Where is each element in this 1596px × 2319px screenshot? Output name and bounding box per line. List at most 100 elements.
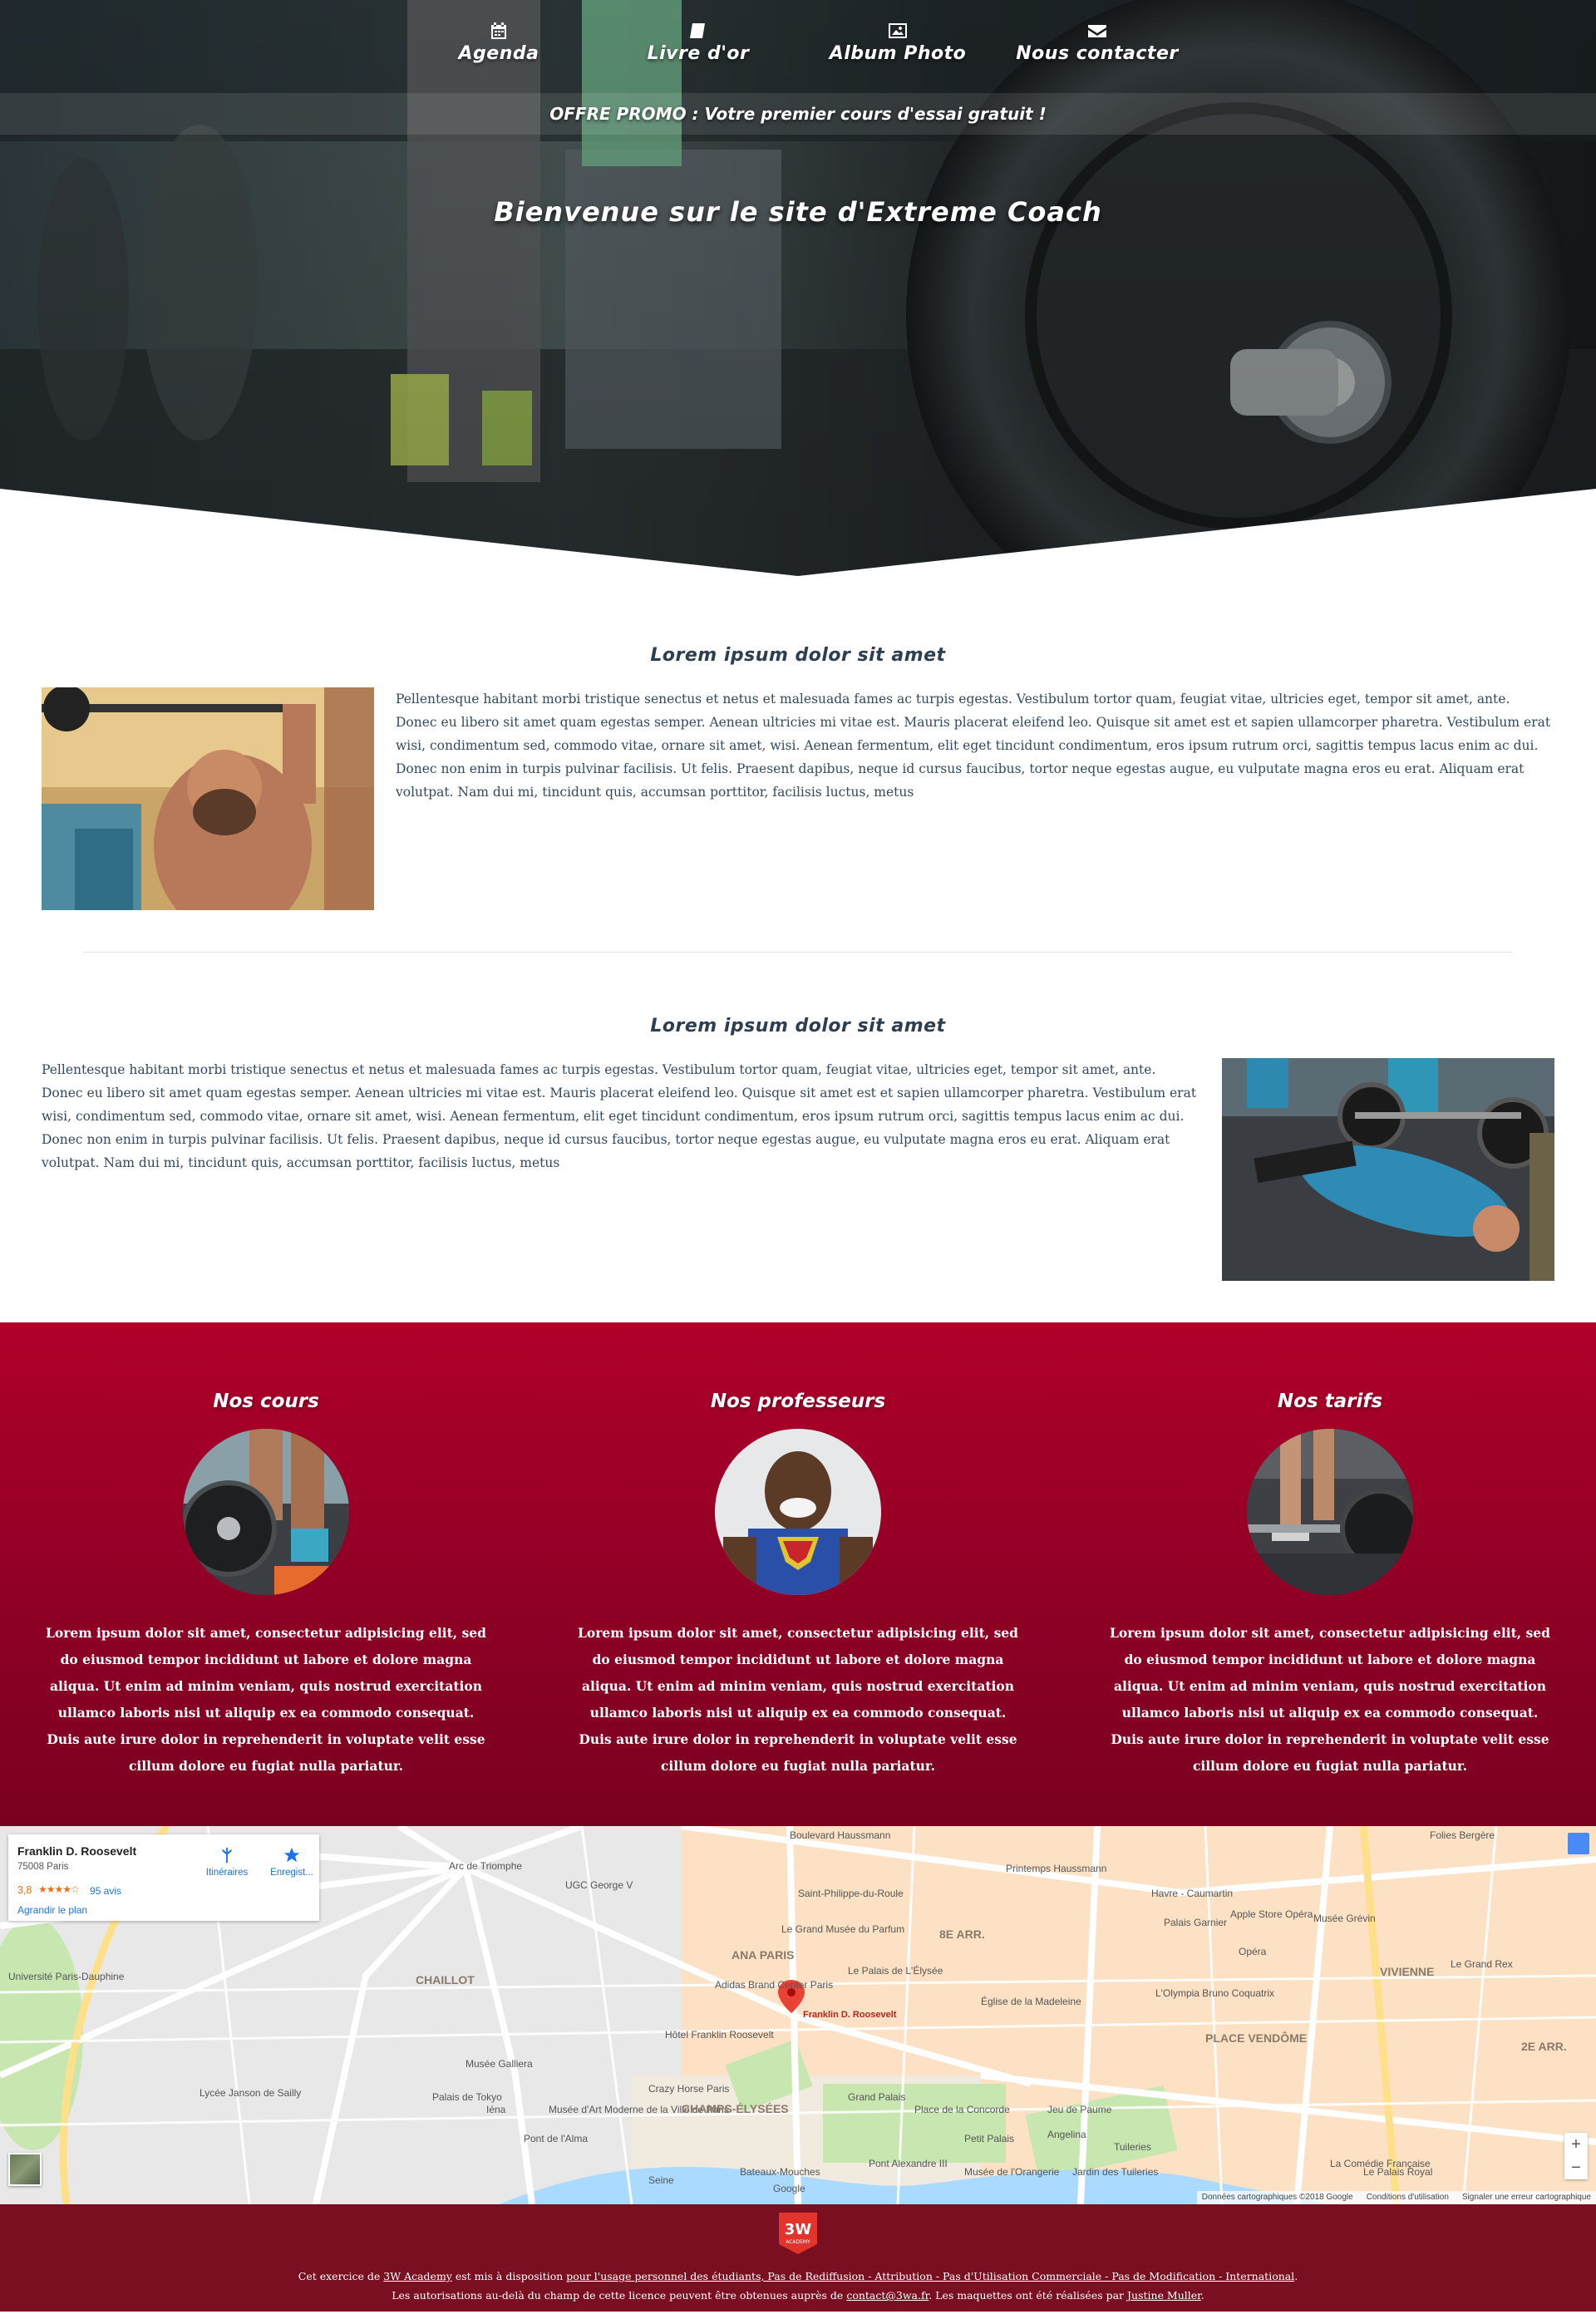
report-error-link[interactable]: Signaler une erreur cartographique [1462,2193,1591,2203]
street-view-icon[interactable] [1568,1833,1589,1854]
content-section-1: Lorem ipsum dolor sit amet Pellentesque … [0,645,1596,910]
license-text: Les autorisations au-delà du champ de ce… [392,2289,847,2302]
map-label[interactable]: Musée de l'Orangerie [964,2166,1060,2178]
nav-item-album-photo[interactable]: Album Photo [798,0,998,83]
map-label[interactable]: L'Olympia Bruno Coquatrix [1155,1987,1274,1999]
map-label[interactable]: Pont de l'Alma [524,2133,588,2144]
place-address: 75008 Paris [17,1862,69,1872]
satellite-toggle[interactable] [8,2153,42,2186]
map-label[interactable]: Église de la Madeleine [981,1995,1081,2007]
map-label[interactable]: Google [773,2183,805,2194]
map-label[interactable]: Folies Bergère [1430,1829,1495,1841]
map-label[interactable]: Hôtel Franklin Roosevelt [665,2029,774,2041]
section-text: Pellentesque habitant morbi tristique se… [396,692,1551,800]
feature-text: Lorem ipsum dolor sit amet, consectetur … [45,1625,486,1774]
map-label[interactable]: 8E ARR. [939,1928,985,1941]
map-label[interactable]: Musée Galliera [466,2058,533,2070]
map-label[interactable]: Crazy Horse Paris [648,2083,729,2095]
nav-item-agenda[interactable]: Agenda [399,0,598,83]
map-label[interactable]: Saint-Philippe-du-Roule [798,1888,904,1899]
map-label[interactable]: Palais Garnier [1164,1917,1227,1928]
map-label[interactable]: CHAILLOT [416,1973,475,1987]
map-label[interactable]: ANA PARIS [732,1948,794,1962]
save-place-button[interactable]: Enregist... [266,1846,318,1878]
map-label[interactable]: Lycée Janson de Sailly [200,2087,301,2099]
exhausted-athlete-photo [1222,1058,1554,1281]
rating-stars-icon: ★★★★☆ [38,1883,80,1895]
feature-title: Nos cours [213,1391,319,1412]
map-label[interactable]: Place de la Concorde [914,2104,1010,2115]
map-label[interactable]: Le Palais de L'Élysée [848,1964,943,1977]
map-label[interactable]: Jeu de Paume [1047,2104,1112,2115]
hero: Agenda Livre d'or Album Photo Nous conta… [0,0,1596,582]
section-divider [83,952,1513,953]
zoom-out-button[interactable]: − [1564,2156,1588,2179]
map-label[interactable]: Opéra [1239,1946,1267,1957]
feature-tarifs-photo [1247,1429,1413,1595]
nav-label: Album Photo [829,43,967,64]
map-label[interactable]: Musée Grévin [1313,1913,1376,1924]
license-text: . Les maquettes ont été réalisées par [929,2289,1128,2302]
map-label[interactable]: VIVIENNE [1380,1965,1434,1978]
license-text: . [1294,2270,1298,2282]
map-label[interactable]: Le Grand Rex [1451,1958,1513,1970]
directions-icon [222,1847,232,1864]
hero-title: Bienvenue sur le site d'Extreme Coach [494,196,1102,228]
map-label[interactable]: Arc de Triomphe [449,1860,522,1872]
3w-academy-logo[interactable]: 3W ACADEMY [779,2213,817,2254]
calendar-icon [491,22,506,39]
zoom-controls: + − [1564,2133,1588,2179]
map-label[interactable]: Havre - Caumartin [1151,1888,1233,1899]
map-label[interactable]: Université Paris-Dauphine [8,1971,125,1982]
map-label[interactable]: UGC George V [565,1879,633,1891]
nav-item-nous-contacter[interactable]: Nous contacter [998,0,1197,83]
feature-text: Lorem ipsum dolor sit amet, consectetur … [1109,1625,1550,1774]
license-line-1: Cet exercice de 3W Academy est mis à dis… [0,2270,1596,2282]
feature-title: Nos professeurs [710,1391,886,1412]
place-name: Franklin D. Roosevelt [17,1844,137,1858]
site-footer: 3W ACADEMY Cet exercice de 3W Academy es… [0,2204,1596,2312]
google-map[interactable]: Arc de Triomphe CHAILLOT Musée Galliera Pal… [0,1826,1596,2204]
map-label[interactable]: Iéna [486,2104,506,2115]
content-section-2: Lorem ipsum dolor sit amet Pellentesque … [0,1016,1596,1281]
nav-item-livre-dor[interactable]: Livre d'or [598,0,798,83]
feature-cours: Nos cours Lorem ipsum dolor sit amet, co… [42,1322,490,1826]
map-label[interactable]: Jardin des Tuileries [1072,2166,1158,2178]
author-link[interactable]: Justine Muller [1127,2289,1201,2302]
hero-angled-divider [0,489,1596,582]
map-label[interactable]: Grand Palais [848,2091,905,2103]
map-label[interactable]: CHAMPS-ÉLYSÉES [682,2102,789,2115]
contact-email-link[interactable]: contact@3wa.fr [846,2289,929,2302]
nav-label: Nous contacter [1016,43,1179,64]
feature-cours-photo [183,1429,349,1595]
terms-link[interactable]: Conditions d'utilisation [1367,2193,1449,2203]
map-label[interactable]: Petit Palais [964,2133,1014,2144]
map-label[interactable]: Pont Alexandre III [869,2158,948,2169]
map-label[interactable]: Seine [648,2174,674,2186]
map-label[interactable]: PLACE VENDÔME [1205,2031,1307,2045]
directions-button[interactable]: Itinéraires [201,1846,253,1878]
map-label[interactable]: Adidas Brand Center Paris [715,1979,833,1991]
map-label[interactable]: 2E ARR. [1521,2040,1567,2053]
map-label[interactable]: Le Grand Musée du Parfum [781,1923,904,1935]
license-link[interactable]: pour l'usage personnel des étudiants, Pa… [566,2270,1294,2282]
map-label[interactable]: Tuileries [1114,2141,1151,2153]
map-label[interactable]: La Comédie Française [1330,2158,1431,2169]
map-label[interactable]: Palais de Tokyo [432,2091,502,2103]
map-label[interactable]: Bateaux-Mouches [740,2166,820,2178]
map-attribution-bar: Données cartographiques ©2018 Google Con… [1196,2191,1596,2204]
feature-text: Lorem ipsum dolor sit amet, consectetur … [577,1625,1018,1774]
nav-label: Livre d'or [647,43,750,64]
map-label[interactable]: Apple Store Opéra [1230,1908,1313,1920]
map-label[interactable]: Boulevard Haussmann [790,1829,890,1841]
main-nav: Agenda Livre d'or Album Photo Nous conta… [0,0,1596,83]
enlarge-map-link[interactable]: Agrandir le plan [17,1904,87,1916]
license-line-2: Les autorisations au-delà du champ de ce… [0,2289,1596,2302]
marker-label: Franklin D. Roosevelt [803,2010,897,2020]
weightlifter-photo [42,687,374,910]
zoom-in-button[interactable]: + [1564,2133,1588,2156]
map-label[interactable]: Printemps Haussmann [1006,1863,1106,1874]
reviews-link[interactable]: 95 avis [90,1885,121,1897]
3w-academy-link[interactable]: 3W Academy [383,2270,452,2282]
map-label[interactable]: Angelina [1047,2129,1086,2140]
